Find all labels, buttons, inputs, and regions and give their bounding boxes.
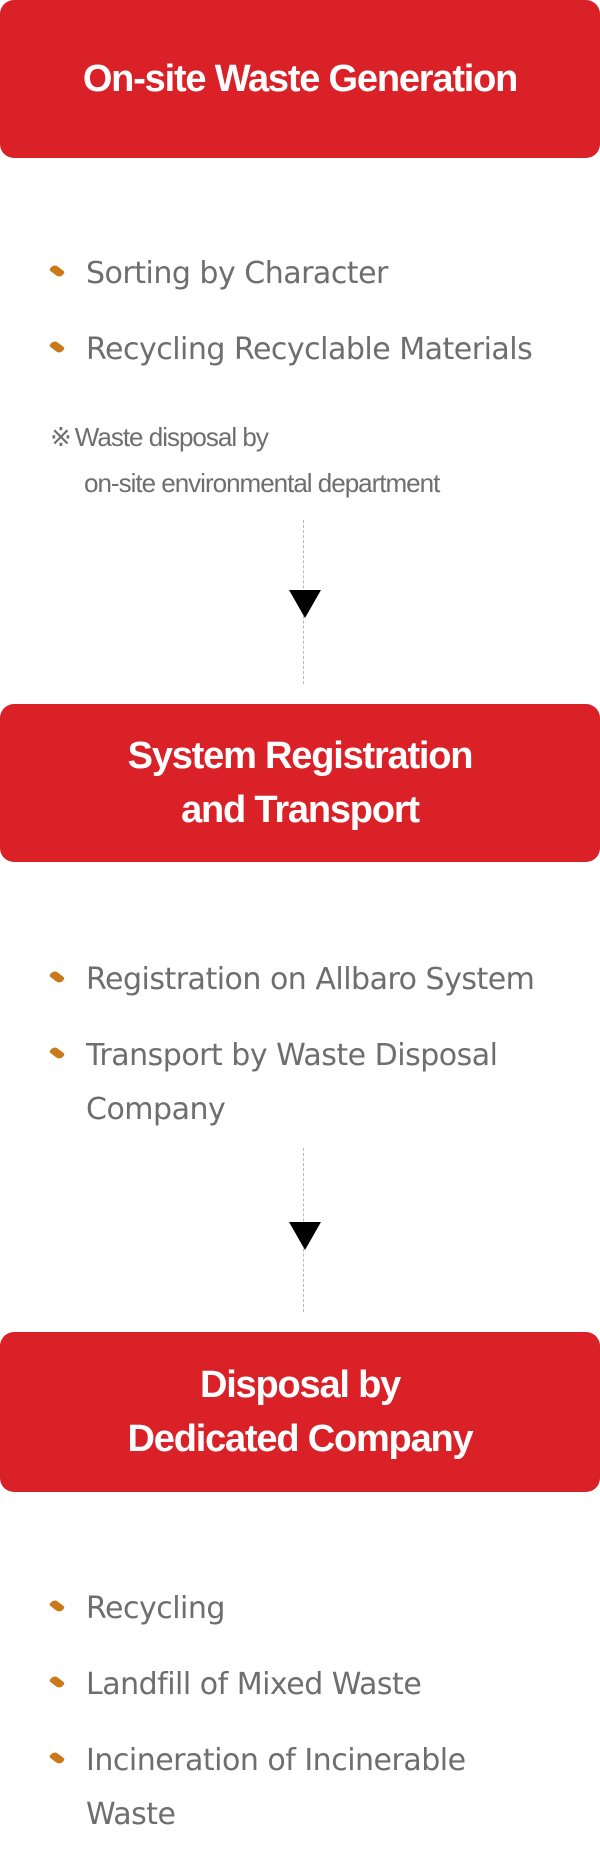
stage-2-item-list: Registration on Allbaro System Transport… (0, 953, 600, 1159)
list-item-label: Registration on Allbaro System (86, 962, 535, 997)
note: ※ Waste disposal by on-site environmental… (50, 414, 570, 506)
leaf-bullet-icon (49, 1045, 65, 1061)
stage-box-dedicated-disposal: Disposal by Dedicated Company (0, 1332, 600, 1492)
list-item: Transport by Waste Disposal Company (0, 1029, 600, 1137)
stage-title: On-site Waste Generation (82, 52, 519, 106)
leaf-bullet-icon (49, 969, 65, 985)
stage-title: System Registration and Transport (127, 729, 474, 837)
note-text: Waste disposal by (74, 422, 269, 452)
flow-connector (289, 1148, 321, 1312)
stage-title-line: Disposal by (199, 1364, 401, 1406)
waste-process-flow: On-site Waste Generation Sorting by Char… (0, 0, 600, 1832)
stage-title-line: System Registration (127, 735, 474, 777)
list-item-label: Sorting by Character (86, 256, 388, 291)
stage-title-line: Dedicated Company (127, 1418, 474, 1460)
stage-title-line: On-site Waste Generation (82, 58, 519, 100)
leaf-bullet-icon (49, 339, 65, 355)
list-item: Incineration of Incinerable Waste (0, 1734, 600, 1842)
list-item: Sorting by Character (0, 247, 600, 301)
list-item-label: Incineration of Incinerable Waste (86, 1743, 466, 1832)
flow-connector (289, 520, 321, 684)
reference-mark: ※ (50, 422, 72, 452)
stage-3-item-list: Recycling Landfill of Mixed Waste Incine… (0, 1582, 600, 1864)
note-line-2: on-site environmental department (84, 468, 440, 498)
list-item: Recycling Recyclable Materials (0, 323, 600, 377)
stage-title: Disposal by Dedicated Company (127, 1358, 474, 1466)
arrow-down-icon (289, 590, 321, 618)
leaf-bullet-icon (49, 263, 65, 279)
list-item-label: Landfill of Mixed Waste (86, 1667, 422, 1702)
arrow-down-icon (289, 1222, 321, 1250)
stage-box-onsite-generation: On-site Waste Generation (0, 0, 600, 158)
list-item: Recycling (0, 1582, 600, 1636)
list-item-label: Recycling Recyclable Materials (86, 332, 533, 367)
stage-title-line: and Transport (181, 789, 420, 831)
stage-1-item-list: Sorting by Character Recycling Recyclabl… (0, 247, 600, 399)
leaf-bullet-icon (49, 1598, 65, 1614)
list-item-label: Recycling (86, 1591, 225, 1626)
list-item: Landfill of Mixed Waste (0, 1658, 600, 1712)
list-item: Registration on Allbaro System (0, 953, 600, 1007)
leaf-bullet-icon (49, 1674, 65, 1690)
leaf-bullet-icon (49, 1750, 65, 1766)
list-item-label: Transport by Waste Disposal Company (86, 1038, 498, 1127)
note-line-1: ※ Waste disposal by (50, 422, 269, 452)
stage-box-registration-transport: System Registration and Transport (0, 704, 600, 862)
